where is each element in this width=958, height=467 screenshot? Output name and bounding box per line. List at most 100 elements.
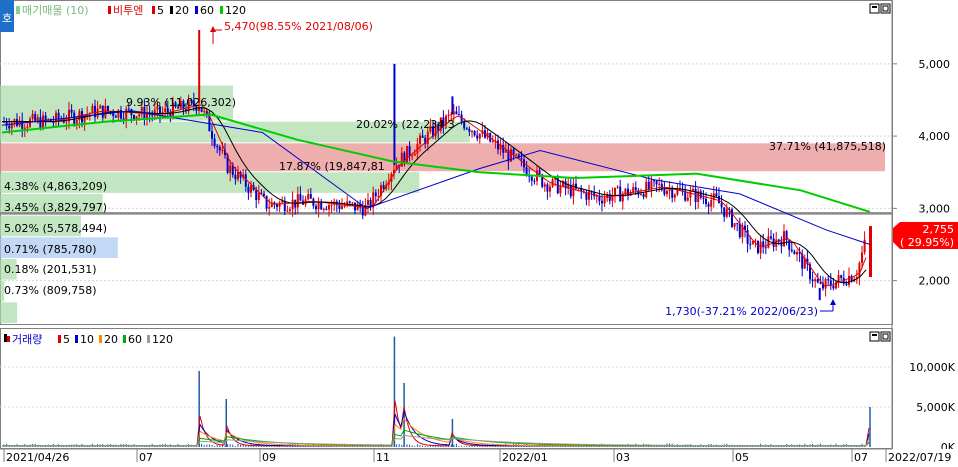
candle-body [707,204,710,207]
candle-body [374,192,377,197]
candle-body [658,183,661,185]
volume-minimize-icon[interactable] [869,331,880,342]
candle-body [468,128,471,132]
candle-body [421,135,424,138]
volume-profile-label: 3.45% (3,829,797) [4,201,107,214]
candle-body [234,174,237,180]
volume-profile-label: 4.38% (4,863,209) [4,180,107,193]
volume-ma-legend-label: 20 [104,333,118,346]
minimize-icon[interactable] [869,3,880,14]
candle-body [848,275,850,286]
volume-ma-legend-label: 5 [63,333,70,346]
candle-body [715,193,718,197]
candle-body [138,114,141,117]
maximize-icon[interactable] [880,3,891,14]
candle-body [419,135,421,144]
candle-body [330,204,333,206]
x-tick-label: 07 [139,451,153,464]
candle-body [309,194,312,199]
candle-body [601,200,603,204]
ma-legend-label: 60 [200,4,214,17]
candle-body [692,189,694,191]
candle-body [213,138,216,147]
candle-body [702,197,705,199]
candle-body [286,210,289,212]
profile-legend-label: 매기매물 (10) [22,4,89,17]
candle-body [341,205,343,209]
candle-body [322,208,325,210]
candle-body [39,117,42,129]
candle-body [655,181,658,185]
candle-body [351,202,354,204]
candle-body [858,262,861,278]
candle-body [603,198,606,204]
candle-body [824,279,827,289]
candle-body [673,194,676,198]
candle-body [458,114,460,116]
candle-body [99,105,102,109]
volume-title: 거래량 [12,333,42,346]
ma-legend-swatch [170,6,173,14]
candle-body [647,181,650,189]
volume-ma-legend-label: 10 [80,333,94,346]
candle-body [34,113,37,121]
candle-body [44,115,47,120]
candle-body [276,204,278,207]
candle-body [634,187,637,191]
current-price-value: 2,755 [923,223,955,236]
candle-body [512,149,515,155]
candle-body [317,201,320,210]
current-price-tag: 2,755 ( 29.95%) [893,222,958,249]
volume-maximize-icon[interactable] [880,331,891,342]
candle-body [515,154,518,156]
candle-body [338,205,341,209]
candle-body [796,251,798,255]
candle-body [29,118,31,127]
candle-body [426,131,429,145]
low-label: 1,730(-37.21% 2022/06/23) [665,305,818,318]
candle-body [65,121,68,123]
candle-body [546,184,549,192]
candle-body [278,202,281,207]
candle-body [125,108,128,121]
candle-body [614,187,616,196]
price-tick-label: 3,000 [919,202,951,215]
candle-body [832,285,835,289]
x-tick-label: 07 [854,451,868,464]
candle-body [473,130,476,136]
x-tick-label: 2022/01 [502,451,548,464]
candle-body [455,111,458,115]
candle-body [749,243,752,245]
candle-body [640,193,642,195]
ma-legend-swatch [220,6,223,14]
candle-body [70,109,73,113]
candle-body [533,180,536,182]
candle-body [471,130,473,132]
candle-body [325,208,328,210]
candle-body [783,231,785,247]
volume-tick-label: 10,000K [909,361,955,374]
volume-ma-legend-swatch [58,335,61,343]
candle-body [653,180,655,182]
candle-body [621,193,624,202]
volume-ma-legend-swatch [147,335,150,343]
stock-chart: 9.93% (11,026,302) 20.02% (22,234,3 37.71%… [0,0,958,467]
candle-body [465,128,468,130]
candle-body [361,207,364,216]
candle-body [738,223,741,238]
x-tick-label: 2022/07/19 [888,451,951,464]
candle-body [671,189,674,198]
candle-body [650,180,653,189]
candle-body [447,114,450,116]
candle-body [382,185,385,189]
volume-profile-label: 0.18% (201,531) [4,263,97,276]
stock-name: 비투엔 [113,4,143,17]
ma-legend-label: 120 [225,4,246,17]
candle-body [328,205,330,210]
candle-body [23,127,26,129]
x-tick-label: 2021/04/26 [6,451,69,464]
price-tick-label: 4,000 [919,130,951,143]
candle-body [811,279,814,282]
candle-body [411,155,414,157]
candle-body [816,279,819,283]
